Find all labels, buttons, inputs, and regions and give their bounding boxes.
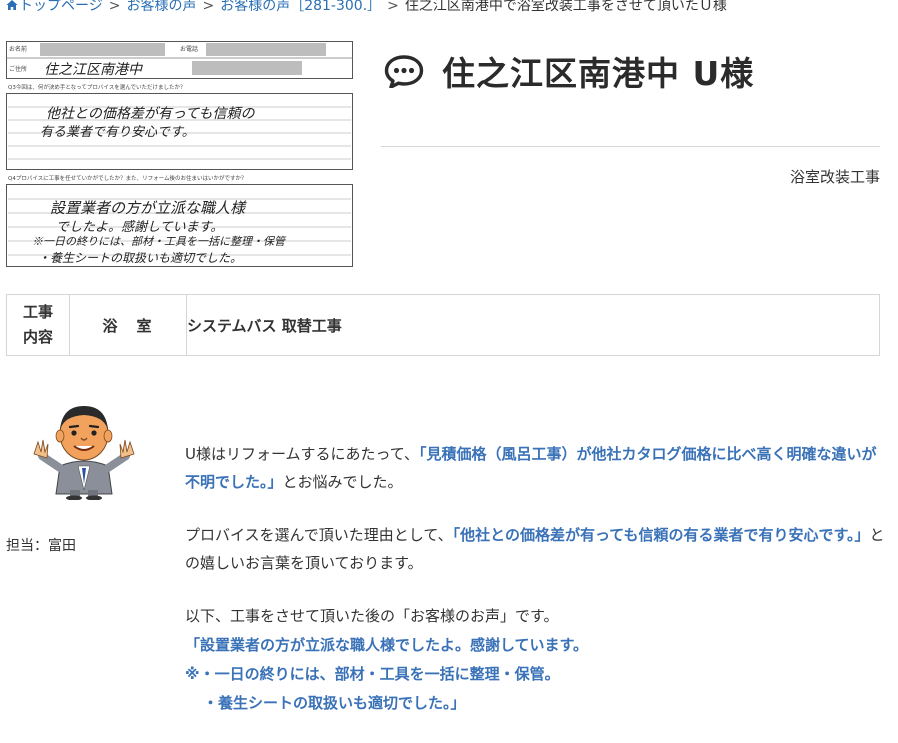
- questionnaire-scan-svg: お名前 お電話 ご住所 住之江区南港中 Q3今回は、何が決め手となってプロバイス…: [6, 38, 354, 268]
- comment-paragraph-3: 以下、工事をさせて頂いた後の「お客様のお声」です。 「設置業者の方が立派な職人様…: [185, 602, 885, 718]
- work-content-table: 工事 内容 浴 室 システムバス 取替工事: [6, 294, 880, 356]
- work-category-cell: 浴 室: [70, 295, 187, 355]
- comment-paragraph-1: U様はリフォームするにあたって、「見積価格（風呂工事）が他社カタログ価格に比べ高…: [185, 440, 885, 496]
- comment-p3-line2: ※・一日の終りには、部材・工具を一括に整理・保管。: [185, 665, 560, 683]
- comment-paragraph-2: プロバイスを選んで頂いた理由として、「他社との価格差が有っても信頼の有る業者で有…: [185, 521, 885, 577]
- breadcrumb-separator: >: [108, 0, 121, 14]
- scan-answer4-line4: ・養生シートの取扱いも適切でした。: [38, 251, 242, 265]
- comment-p2-quote: 「他社との価格差が有っても信頼の有る業者で有り安心です。」: [452, 526, 870, 544]
- scan-answer4-line3: ※一日の終りには、部材・工具を一括に整理・保管: [32, 235, 287, 248]
- comment-p3-intro: 以下、工事をさせて頂いた後の「お客様のお声」です。: [185, 607, 559, 625]
- scan-answer4-line1: 設置業者の方が立派な職人様: [50, 199, 247, 217]
- staff-caption: 担当：富田: [6, 538, 76, 554]
- staff-mascot-icon: [33, 406, 135, 501]
- work-detail-cell: システムバス 取替工事: [187, 316, 342, 335]
- scan-name-label: お名前: [9, 45, 27, 53]
- scan-phone-label: お電話: [180, 45, 198, 53]
- scan-answer4-line2: でしたよ。感謝しています。: [56, 220, 223, 235]
- work-content-header-line2: 内容: [22, 328, 53, 346]
- scan-address-label: ご住所: [9, 65, 27, 73]
- comment-p3-line1: 「設置業者の方が立派な職人様でしたよ。感謝しています。: [185, 636, 589, 654]
- customer-comments: U様はリフォームするにあたって、「見積価格（風呂工事）が他社カタログ価格に比べ高…: [185, 440, 885, 743]
- comment-p3-line3: ・養生シートの取扱いも適切でした。」: [203, 694, 466, 712]
- breadcrumb-home[interactable]: トップページ: [6, 0, 103, 14]
- scan-answer3-line1: 他社との価格差が有っても信頼の: [46, 106, 255, 122]
- speech-bubble-icon: [384, 55, 424, 88]
- breadcrumb: トップページ > お客様の声 > お客様の声［281-300.］ > 住之江区南港中で浴室改…: [6, 0, 727, 16]
- work-content-header-line1: 工事: [22, 303, 53, 321]
- comment-p2-pre: プロバイスを選んで頂いた理由として、: [185, 526, 453, 544]
- breadcrumb-current: 住之江区南港中で浴室改装工事をさせて頂いたＵ様: [404, 0, 727, 14]
- scan-q3: Q3今回は、何が決め手となってプロバイスを選んでいただけましたか？: [8, 83, 185, 91]
- scan-q4: Q4プロバイスに工事を任せていかがでしたか？また、リフォーム後のお住まいはいかが…: [8, 174, 247, 182]
- scan-address-handwriting: 住之江区南港中: [44, 62, 143, 78]
- breadcrumb-level1[interactable]: お客様の声: [126, 0, 196, 14]
- title-divider: [381, 146, 880, 147]
- breadcrumb-separator: >: [202, 0, 215, 14]
- home-icon: [6, 0, 18, 10]
- comment-p1-post: とお悩みでした。: [282, 473, 403, 491]
- breadcrumb-home-label: トップページ: [19, 0, 103, 14]
- breadcrumb-level2[interactable]: お客様の声［281-300.］: [220, 0, 381, 14]
- page-title: 住之江区南港中 U様: [442, 54, 755, 93]
- scan-answer3-line2: 有る業者で有り安心です。: [40, 125, 195, 140]
- work-type-label: 浴室改装工事: [789, 168, 880, 186]
- work-content-header: 工事 内容: [7, 295, 70, 355]
- comment-p1-pre: U様はリフォームするにあたって、: [185, 445, 420, 463]
- page-header: 住之江区南港中 U様: [384, 46, 754, 96]
- breadcrumb-separator: >: [387, 0, 399, 14]
- staff-illustration: [20, 400, 150, 501]
- questionnaire-scan-image: お名前 お電話 ご住所 住之江区南港中 Q3今回は、何が決め手となってプロバイス…: [6, 38, 354, 268]
